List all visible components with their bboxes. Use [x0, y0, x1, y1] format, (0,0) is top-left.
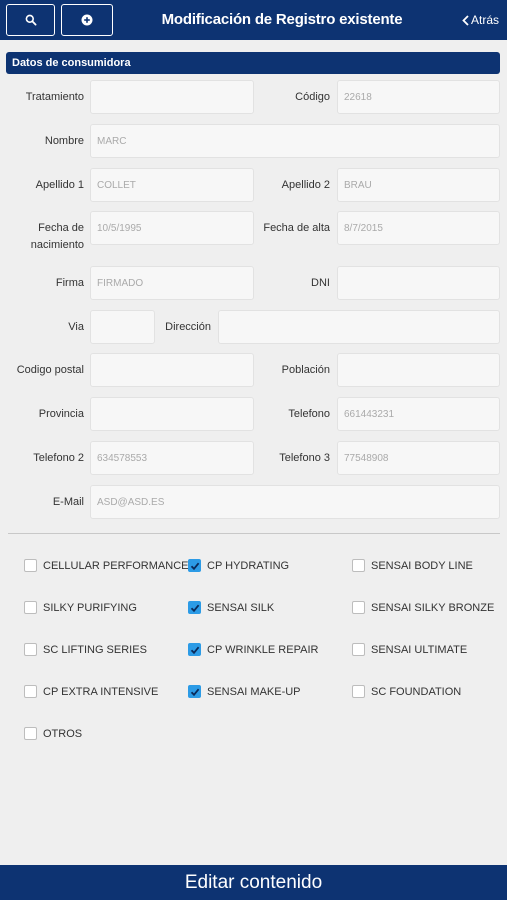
- product-checkbox-item[interactable]: CP EXTRA INTENSIVE: [24, 685, 158, 698]
- codigo-postal-field[interactable]: [90, 353, 254, 387]
- checkmark-icon: [190, 646, 199, 654]
- product-checkbox-label: SENSAI MAKE-UP: [207, 685, 301, 698]
- direccion-label: Dirección: [165, 321, 211, 333]
- telefono-label: Telefono: [288, 408, 330, 420]
- product-checkbox-label: OTROS: [43, 727, 83, 740]
- search-button[interactable]: [6, 4, 55, 36]
- telefono-field[interactable]: 661443231: [337, 397, 500, 431]
- product-checkbox-label: SENSAI SILKY BRONZE: [371, 601, 495, 614]
- product-checkbox-item[interactable]: SILKY PURIFYING: [24, 601, 137, 614]
- section-header: Datos de consumidora: [6, 52, 500, 74]
- product-checkbox-label: SC LIFTING SERIES: [43, 643, 147, 656]
- product-checkbox-item[interactable]: SENSAI MAKE-UP: [188, 685, 301, 698]
- apellido2-field[interactable]: BRAU: [337, 168, 500, 202]
- add-button[interactable]: [61, 4, 113, 36]
- firma-field[interactable]: FIRMADO: [90, 266, 254, 300]
- edit-content-button[interactable]: Editar contenido: [0, 865, 507, 900]
- product-checkbox-label: SENSAI SILK: [207, 601, 275, 614]
- product-checkbox-label: CELLULAR PERFORMANCE: [43, 559, 189, 572]
- poblacion-label: Población: [281, 364, 330, 376]
- product-checkbox-item[interactable]: CP WRINKLE REPAIR: [188, 643, 318, 656]
- codigo-postal-label: Codigo postal: [16, 364, 84, 376]
- telefono2-label: Telefono 2: [33, 452, 84, 464]
- top-bar: Modificación de Registro existente Atrás: [0, 0, 507, 40]
- product-checkbox-label: CP HYDRATING: [207, 559, 290, 572]
- page-title: Modificación de Registro existente: [161, 11, 403, 28]
- apellido1-label: Apellido 1: [35, 179, 84, 191]
- provincia-field[interactable]: [90, 397, 254, 431]
- telefono2-field[interactable]: 634578553: [90, 441, 254, 475]
- poblacion-field[interactable]: [337, 353, 500, 387]
- checkbox-checked[interactable]: [188, 601, 201, 614]
- product-checkbox-label: SILKY PURIFYING: [43, 601, 137, 614]
- tratamiento-field[interactable]: [90, 80, 254, 114]
- fecha-nacimiento-label-line2: nacimiento: [30, 239, 84, 251]
- divider: [8, 533, 500, 534]
- codigo-label: Código: [295, 91, 330, 103]
- checkmark-icon: [190, 688, 199, 696]
- checkbox-unchecked[interactable]: [24, 643, 37, 656]
- telefono3-field[interactable]: 77548908: [337, 441, 500, 475]
- product-checkbox-item[interactable]: CELLULAR PERFORMANCE: [24, 559, 188, 572]
- product-checkbox-label: SC FOUNDATION: [371, 685, 462, 698]
- codigo-field[interactable]: 22618: [337, 80, 500, 114]
- product-checkbox-item[interactable]: SC FOUNDATION: [352, 685, 461, 698]
- checkbox-checked[interactable]: [188, 643, 201, 656]
- product-checkbox-item[interactable]: SENSAI SILKY BRONZE: [352, 601, 494, 614]
- checkmark-icon: [190, 604, 199, 612]
- checkbox-unchecked[interactable]: [352, 643, 365, 656]
- chevron-left-icon: [462, 14, 469, 26]
- product-checkbox-item[interactable]: SENSAI SILK: [188, 601, 274, 614]
- product-checkbox-label: CP WRINKLE REPAIR: [207, 643, 319, 656]
- dni-field[interactable]: [337, 266, 500, 300]
- product-checkbox-item[interactable]: SENSAI BODY LINE: [352, 559, 473, 572]
- apellido1-field[interactable]: COLLET: [90, 168, 254, 202]
- dni-label: DNI: [311, 277, 330, 289]
- checkbox-unchecked[interactable]: [24, 685, 37, 698]
- checkbox-checked[interactable]: [188, 559, 201, 572]
- provincia-label: Provincia: [38, 408, 84, 420]
- back-button[interactable]: Atrás: [462, 0, 499, 40]
- via-label: Via: [68, 321, 84, 333]
- telefono3-label: Telefono 3: [279, 452, 330, 464]
- back-label: Atrás: [470, 13, 499, 27]
- product-checkbox-label: SENSAI BODY LINE: [371, 559, 473, 572]
- product-checkbox-label: CP EXTRA INTENSIVE: [43, 685, 159, 698]
- fecha-alta-label: Fecha de alta: [263, 222, 330, 234]
- email-field[interactable]: ASD@ASD.ES: [90, 485, 500, 519]
- fecha-alta-field[interactable]: 8/7/2015: [337, 211, 500, 245]
- checkbox-unchecked[interactable]: [24, 559, 37, 572]
- direccion-field[interactable]: [218, 310, 500, 344]
- plus-circle-icon: [81, 14, 93, 26]
- search-icon: [25, 14, 37, 26]
- email-label: E-Mail: [52, 496, 84, 508]
- checkbox-unchecked[interactable]: [352, 559, 365, 572]
- apellido2-label: Apellido 2: [281, 179, 330, 191]
- checkbox-unchecked[interactable]: [24, 727, 37, 740]
- checkbox-unchecked[interactable]: [352, 685, 365, 698]
- fecha-nacimiento-label-line1: Fecha de: [38, 222, 84, 234]
- checkmark-icon: [190, 562, 199, 570]
- firma-label: Firma: [55, 277, 84, 289]
- fecha-nacimiento-field[interactable]: 10/5/1995: [90, 211, 254, 245]
- checkbox-unchecked[interactable]: [24, 601, 37, 614]
- product-checkbox-item[interactable]: CP HYDRATING: [188, 559, 289, 572]
- checkbox-checked[interactable]: [188, 685, 201, 698]
- product-checkbox-label: SENSAI ULTIMATE: [371, 643, 468, 656]
- nombre-label: Nombre: [44, 135, 84, 147]
- checkbox-unchecked[interactable]: [352, 601, 365, 614]
- tratamiento-label: Tratamiento: [25, 91, 84, 103]
- product-checkbox-item[interactable]: OTROS: [24, 727, 82, 740]
- product-checkbox-item[interactable]: SC LIFTING SERIES: [24, 643, 147, 656]
- fecha-nacimiento-label: Fecha de nacimiento: [6, 222, 84, 252]
- nombre-field[interactable]: MARC: [90, 124, 500, 158]
- product-checkbox-item[interactable]: SENSAI ULTIMATE: [352, 643, 467, 656]
